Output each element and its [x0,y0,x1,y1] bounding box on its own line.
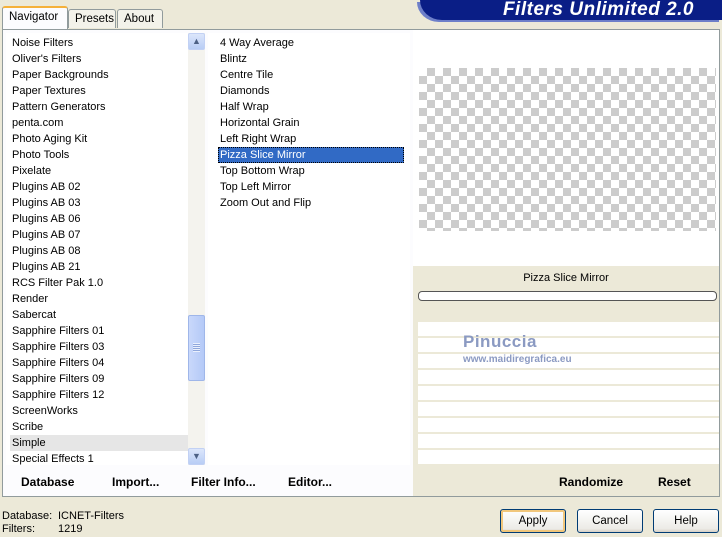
apply-button[interactable]: Apply [500,509,566,533]
filter-item[interactable]: Diamonds [218,83,404,99]
arrow-up-icon[interactable]: ▲ [188,33,205,50]
category-item[interactable]: Plugins AB 07 [10,227,188,243]
preview-image [419,68,716,231]
category-item[interactable]: Simple [10,435,188,451]
watermark-url: www.maidiregrafica.eu [463,354,572,365]
category-item[interactable]: ScreenWorks [10,403,188,419]
filter-list[interactable]: 4 Way Average Blintz Centre Tile Diamonds Ha… [218,35,404,211]
database-value: ICNET-Filters [58,510,124,522]
filter-item[interactable]: Pizza Slice Mirror [218,147,404,163]
category-item[interactable]: Sabercat [10,307,188,323]
progress-bar [418,291,717,301]
category-item[interactable]: Sapphire Filters 09 [10,371,188,387]
category-item[interactable]: Pattern Generators [10,99,188,115]
filter-info-link[interactable]: Filter Info... [191,475,256,489]
category-item[interactable]: Noise Filters [10,35,188,51]
filter-item[interactable]: Blintz [218,51,404,67]
category-scrollbar[interactable]: ▲ ▼ [188,33,205,465]
title-banner: Filters Unlimited 2.0 [420,0,722,20]
category-item[interactable]: Photo Tools [10,147,188,163]
category-item[interactable]: Sapphire Filters 03 [10,339,188,355]
filter-item[interactable]: 4 Way Average [218,35,404,51]
category-item[interactable]: Plugins AB 06 [10,211,188,227]
filter-item[interactable]: Left Right Wrap [218,131,404,147]
filters-label: Filters: [2,523,35,535]
category-item[interactable]: Paper Textures [10,83,188,99]
category-item[interactable]: Paper Backgrounds [10,67,188,83]
navigator-panel: Noise Filters Oliver's Filters Paper Backg… [2,29,720,497]
parameter-row [418,402,719,416]
category-list[interactable]: Noise Filters Oliver's Filters Paper Backg… [10,35,188,467]
category-item[interactable]: penta.com [10,115,188,131]
import-link[interactable]: Import... [112,475,159,489]
watermark-text: Pinuccia [463,332,537,351]
category-item[interactable]: Sapphire Filters 01 [10,323,188,339]
scroll-thumb[interactable] [188,315,205,381]
category-item[interactable]: Photo Aging Kit [10,131,188,147]
arrow-down-icon[interactable]: ▼ [188,448,205,465]
grip-icon [193,343,200,352]
category-item[interactable]: Plugins AB 08 [10,243,188,259]
parameter-row [418,450,719,464]
category-item[interactable]: Special Effects 1 [10,451,188,467]
filter-item[interactable]: Horizontal Grain [218,115,404,131]
filter-item[interactable]: Top Bottom Wrap [218,163,404,179]
category-item[interactable]: Scribe [10,419,188,435]
reset-link[interactable]: Reset [658,475,691,489]
filter-item[interactable]: Half Wrap [218,99,404,115]
category-item[interactable]: Sapphire Filters 12 [10,387,188,403]
tab-navigator[interactable]: Navigator [2,6,68,30]
cancel-button[interactable]: Cancel [577,509,643,533]
category-list-panel: Noise Filters Oliver's Filters Paper Backg… [6,33,205,465]
category-item[interactable]: Sapphire Filters 04 [10,355,188,371]
category-item[interactable]: Oliver's Filters [10,51,188,67]
category-item[interactable]: Plugins AB 03 [10,195,188,211]
category-item[interactable]: Plugins AB 02 [10,179,188,195]
filter-item[interactable]: Centre Tile [218,67,404,83]
help-button[interactable]: Help [653,509,719,533]
database-link[interactable]: Database [21,475,74,489]
category-item[interactable]: Render [10,291,188,307]
database-label: Database: [2,510,53,522]
filter-item[interactable]: Zoom Out and Flip [218,195,404,211]
parameter-row [418,370,719,384]
parameter-row [418,386,719,400]
filter-item[interactable]: Top Left Mirror [218,179,404,195]
tab-presets[interactable]: Presets [68,9,116,28]
parameter-row [418,418,719,432]
category-item[interactable]: Plugins AB 21 [10,259,188,275]
app-title: Filters Unlimited 2.0 [502,0,694,20]
category-item[interactable]: Pixelate [10,163,188,179]
filters-count: 1219 [58,523,83,535]
preview-area: Pizza Slice Mirror Pinuccia www.maidireg… [413,30,719,496]
parameter-row [418,434,719,448]
filter-list-panel: 4 Way Average Blintz Centre Tile Diamonds Ha… [208,33,410,465]
randomize-link[interactable]: Randomize [559,475,623,489]
selected-filter-label: Pizza Slice Mirror [523,272,609,284]
editor-link[interactable]: Editor... [288,475,332,489]
tab-about[interactable]: About [117,9,163,28]
category-item[interactable]: RCS Filter Pak 1.0 [10,275,188,291]
